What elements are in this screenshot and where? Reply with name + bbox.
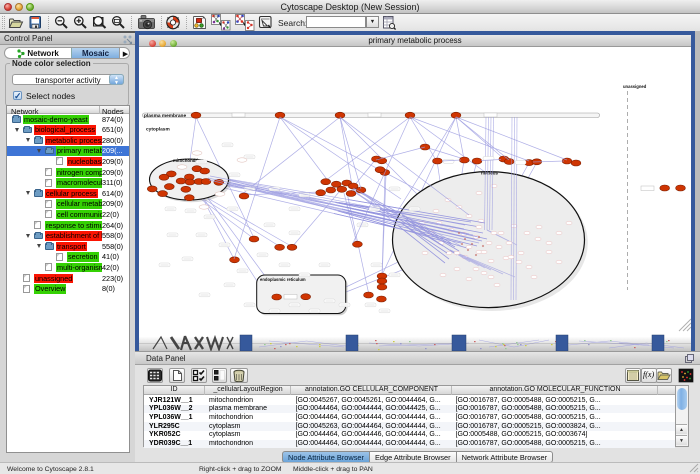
svg-text:cytoplasm: cytoplasm bbox=[146, 127, 170, 133]
svg-text:plasma membrane: plasma membrane bbox=[144, 113, 186, 119]
svg-text:endoplasmic reticulum: endoplasmic reticulum bbox=[260, 277, 306, 282]
svg-text:unassigned: unassigned bbox=[623, 84, 647, 89]
svg-text:nucleus: nucleus bbox=[481, 171, 499, 176]
